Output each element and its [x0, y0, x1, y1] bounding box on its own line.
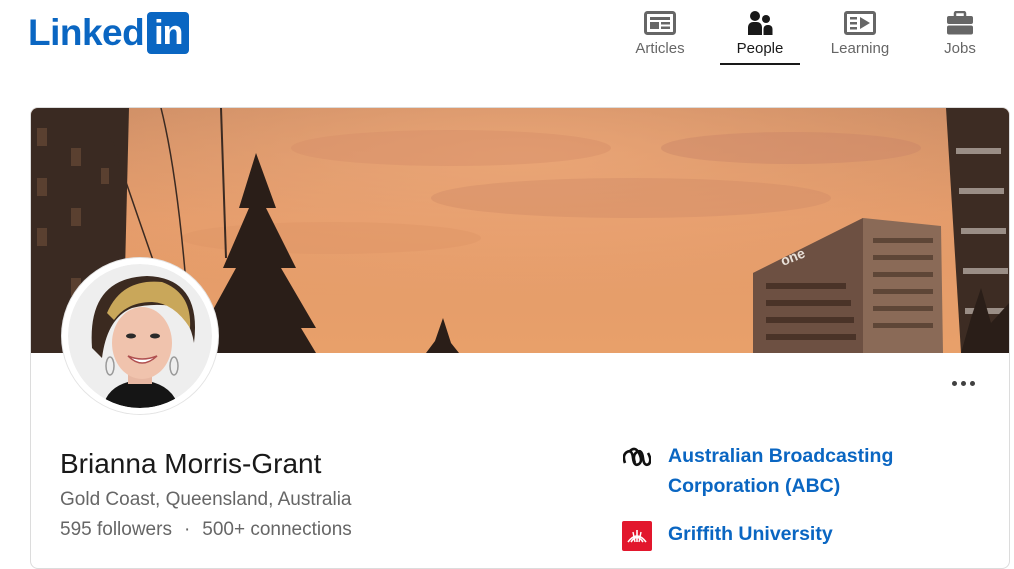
griffith-logo-icon: [622, 521, 652, 551]
profile-name: Brianna Morris-Grant: [60, 448, 322, 479]
dot-icon: [960, 380, 966, 386]
org-abc[interactable]: Australian Broadcasting Corporation (ABC…: [622, 441, 908, 501]
nav-label: Jobs: [944, 40, 976, 57]
profile-stats: 595 followers · 500+ connections: [60, 518, 352, 542]
more-options-button[interactable]: [947, 371, 979, 395]
nav-item-articles[interactable]: Articles: [610, 0, 710, 66]
followers-count[interactable]: 595 followers: [60, 518, 172, 542]
dot-icon: [969, 380, 975, 386]
org-griffith[interactable]: Griffith University: [622, 519, 908, 551]
nav-item-learning[interactable]: Learning: [810, 0, 910, 66]
linkedin-logo[interactable]: Linked in: [28, 12, 190, 54]
abc-logo-icon: [622, 443, 652, 473]
nav-item-people[interactable]: People: [710, 0, 810, 66]
org-name-griffith: Griffith University: [668, 523, 833, 545]
profile-avatar[interactable]: [62, 258, 218, 414]
logo-wordmark: Linked: [28, 12, 145, 53]
articles-icon: [644, 9, 676, 37]
nav-label: People: [736, 40, 784, 57]
dot-icon: [951, 380, 957, 386]
nav-item-jobs[interactable]: Jobs: [910, 0, 1010, 66]
top-nav: Articles People Learning Jobs: [610, 0, 1010, 66]
stats-separator: ·: [183, 519, 191, 540]
profile-location: Gold Coast, Queensland, Australia: [60, 489, 352, 510]
jobs-icon: [946, 9, 974, 37]
profile-photo: [62, 258, 218, 414]
people-icon: [747, 9, 773, 37]
nav-label: Learning: [830, 40, 890, 57]
learning-icon: [844, 9, 876, 37]
logo-in-box: in: [147, 12, 190, 54]
org-name-abc: Australian Broadcasting Corporation (ABC…: [668, 445, 894, 497]
nav-label: Articles: [635, 40, 685, 57]
connections-count[interactable]: 500+ connections: [202, 518, 351, 542]
